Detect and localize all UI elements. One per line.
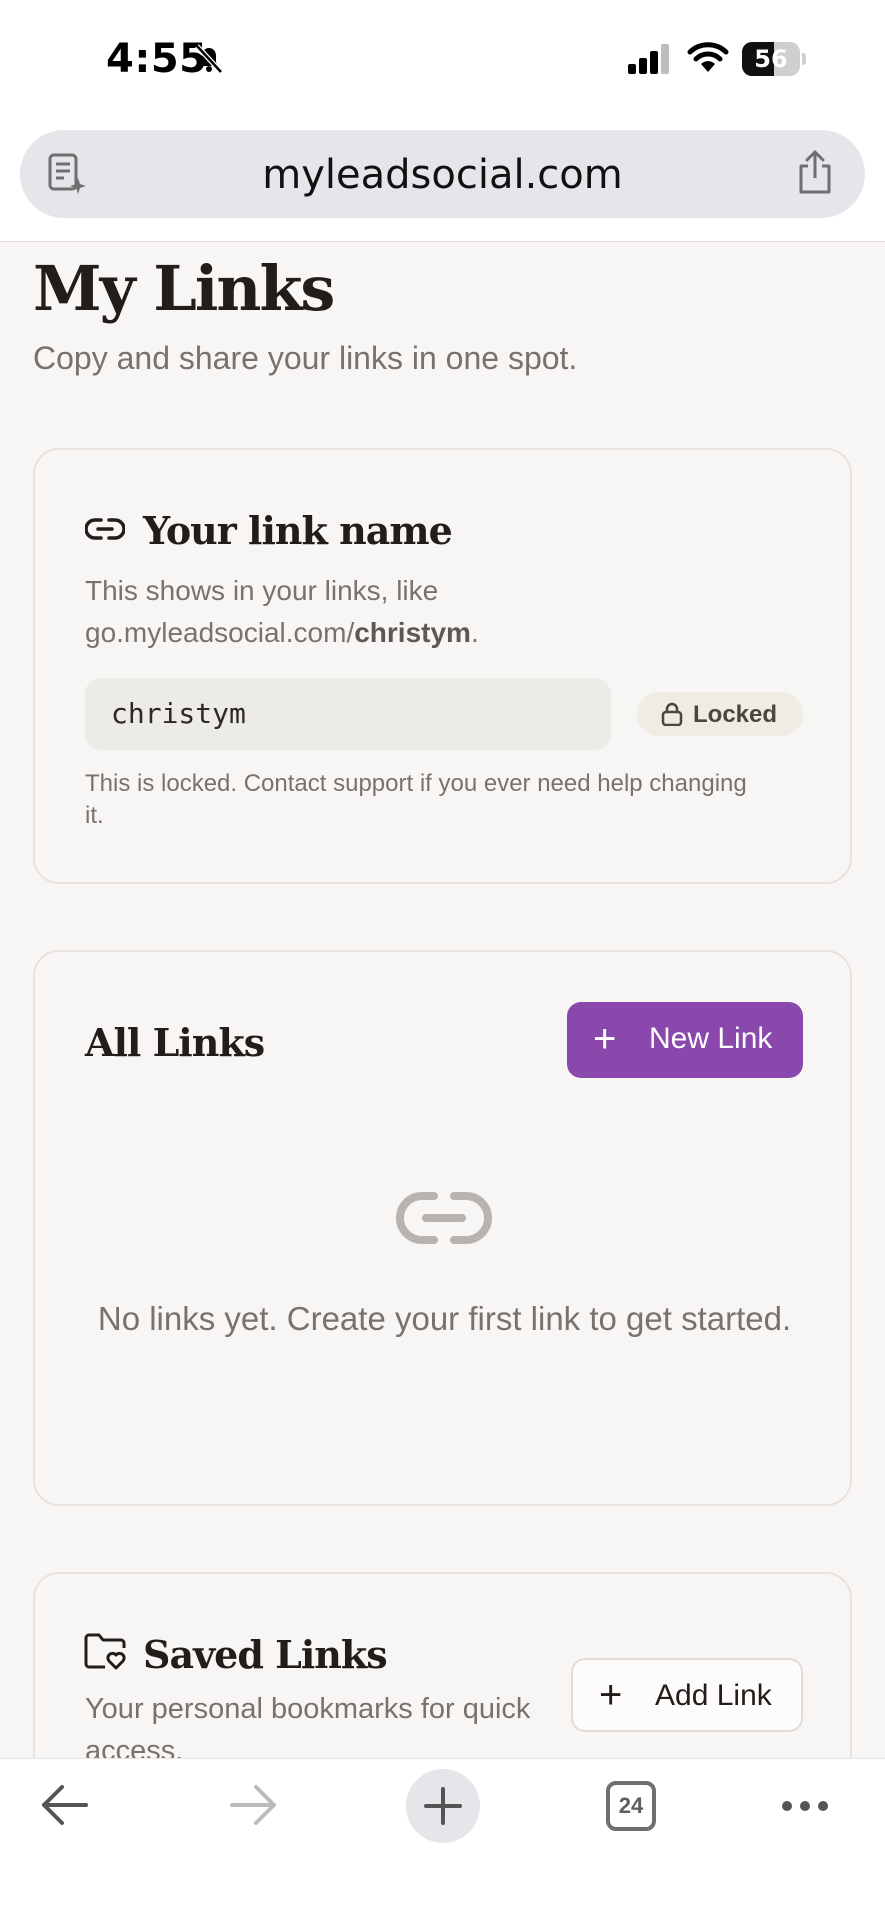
new-link-button[interactable]: + New Link [567,1002,803,1078]
wifi-icon [687,42,729,72]
tabs-count-button[interactable]: 24 [606,1781,656,1831]
status-bar: 4:55 56 [0,0,885,120]
link-name-card: Your link name This shows in your links,… [33,448,852,884]
page-title: My Links [33,252,335,325]
new-link-label: New Link [649,1022,773,1055]
add-link-button[interactable]: + Add Link [571,1658,803,1732]
link-name-title: Your link name [143,508,453,553]
folder-heart-icon [84,1633,126,1670]
locked-note: This is locked. Contact support if you e… [85,770,747,829]
link-name-description: This shows in your links, like go.mylead… [85,575,479,648]
link-icon [85,518,125,540]
plus-icon: + [599,1673,623,1717]
back-arrow-icon[interactable] [40,1783,90,1827]
page-subtitle: Copy and share your links in one spot. [33,340,578,376]
bell-slash-icon [195,44,223,74]
browser-address-area: myleadsocial.com [0,120,885,242]
lock-icon [661,702,683,726]
cellular-signal-icon [628,44,669,74]
link-name-field: christym [85,678,611,750]
add-link-label: Add Link [655,1679,772,1712]
plus-icon [424,1787,462,1825]
more-options-icon[interactable] [780,1799,830,1813]
empty-link-icon [396,1192,492,1244]
saved-links-title: Saved Links [143,1632,388,1677]
all-links-card: All Links + New Link No links yet. Creat… [33,950,852,1506]
plus-icon: + [593,1017,617,1061]
share-icon[interactable] [795,150,835,196]
browser-toolbar: 24 [0,1758,885,1920]
link-slug-bold: christym [354,617,471,648]
battery-percent: 56 [754,45,788,73]
locked-badge: Locked [637,692,803,736]
battery-indicator: 56 [742,42,806,76]
url-text[interactable]: myleadsocial.com [20,152,865,198]
address-bar[interactable]: myleadsocial.com [20,130,865,218]
empty-state-text: No links yet. Create your first link to … [97,1300,792,1337]
new-tab-button[interactable] [406,1769,480,1843]
forward-arrow-icon[interactable] [228,1783,278,1827]
locked-label: Locked [693,701,778,728]
all-links-title: All Links [85,1020,265,1065]
